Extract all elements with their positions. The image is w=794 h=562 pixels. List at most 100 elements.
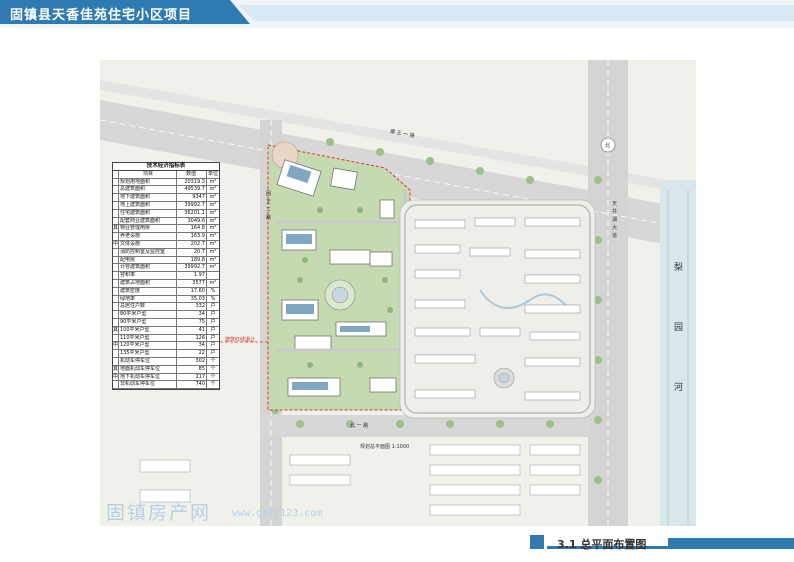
table-value-cell: 126 [177, 334, 207, 342]
table-value-cell: 49539.7 [177, 186, 207, 194]
table-name-cell: 绿地率 [119, 295, 177, 303]
table-name-cell: 规划用地面积 [119, 178, 177, 186]
table-unit-cell [207, 272, 219, 279]
table-value-cell: 3049.6 [177, 217, 207, 225]
footer-tab-marker [530, 535, 544, 549]
figure-caption: 3.1 总平面布置图 [557, 538, 647, 551]
table-row: 非机动车停车位 740 个 [113, 381, 219, 390]
table-unit-cell: % [210, 295, 216, 302]
table-unit-cell: 个 [210, 357, 216, 364]
table-row: 消防控制室及监控室 20.7 m² [113, 248, 219, 257]
table-value-cell: 22 [177, 350, 207, 357]
table-row: 中文体设施 202.7 m² [113, 240, 219, 249]
table-value-cell: 164.8 [177, 225, 207, 233]
table-value-cell: 302 [177, 357, 207, 365]
table-body: 规划用地面积 20319.3 m² 总建筑面积 49539.7 m² 地下建筑面积 9347 m… [113, 178, 219, 390]
table-row: 配电房 189.8 m² [113, 256, 219, 265]
table-name-cell: 120平米户型 [119, 342, 177, 350]
table-value-cell: 35.03 [177, 295, 207, 303]
table-name-cell: 住宅建筑面积 [119, 209, 177, 217]
table-row: 其物业管理用房 164.8 m² [113, 225, 219, 234]
table-header-row: 项目 数值 单位 [113, 170, 219, 179]
table-unit-cell: m² [209, 248, 217, 255]
table-name-cell: 配套商业建筑面积 [119, 217, 177, 225]
table-value-cell: 20319.3 [177, 178, 207, 186]
table-name-cell: 建筑密度 [119, 287, 177, 295]
table-value-cell: 20.7 [177, 248, 207, 256]
table-name-cell: 地面机动车停车位 [119, 365, 177, 373]
table-row: 中地下机动车停车位 217 个 [113, 373, 219, 382]
table-name-cell: 100平米户型 [119, 326, 177, 334]
table-row: 135平米户型 22 户 [113, 350, 219, 358]
table-header-cell: 项目 [119, 170, 177, 178]
watermark-url: www.gzfc123.com [232, 508, 323, 519]
table-row: 规划用地面积 20319.3 m² [113, 178, 219, 187]
table-name-cell: 135平米户型 [119, 350, 177, 357]
table-value-cell: 163.9 [177, 233, 207, 240]
scale-note: 规划总平面图 1:1000 [360, 444, 410, 450]
table-row: 建筑占地面积 3577 m² [113, 279, 219, 288]
table-unit-cell: m² [209, 233, 217, 240]
table-value-cell: 1.97 [177, 272, 207, 279]
table-row: 中 120平米户型 34 户 [113, 342, 219, 351]
table-value-cell: 332 [177, 303, 207, 311]
watermark-text: 固镇房产网 [106, 502, 212, 524]
table-name-cell: 养老设施 [119, 233, 177, 240]
table-value-cell: 34 [177, 311, 207, 318]
table-value-cell: 75 [177, 318, 207, 326]
table-row: 容积率 1.97 [113, 272, 219, 280]
table-header-cell: 单位 [207, 170, 218, 177]
table-name-cell: 地下建筑面积 [119, 194, 177, 201]
table-value-cell: 39992.7 [177, 264, 207, 272]
table-unit-cell: m² [209, 178, 217, 185]
table-unit-cell: 个 [210, 373, 216, 380]
table-value-cell: 189.8 [177, 256, 207, 264]
table-unit-cell: 户 [210, 326, 216, 333]
table-unit-cell: 户 [210, 303, 216, 310]
table-value-cell: 3577 [177, 279, 207, 287]
table-unit-cell: 个 [210, 381, 216, 388]
table-unit-cell: 户 [210, 342, 216, 349]
table-unit-cell: 个 [210, 365, 216, 372]
north-arrow-label: 北 [605, 143, 611, 149]
table-row: 养老设施 163.9 m² [113, 233, 219, 241]
river-label-2: 园 [674, 323, 684, 333]
table-row: 其地面机动车停车位 85 个 [113, 365, 219, 374]
table-unit-cell: m² [209, 201, 217, 208]
table-row: 建筑密度 17.60% [113, 287, 219, 296]
table-header-cell: 数值 [177, 170, 207, 178]
table-name-cell: 地上建筑面积 [119, 201, 177, 209]
table-row: 地上建筑面积 39992.7 m² [113, 201, 219, 210]
table-row: 机动车停车位 302 个 [113, 357, 219, 366]
site-plan: 技术经济指标表 项目 数值 单位 规划用地面积 20319.3 m² 总建筑面积 495… [100, 60, 696, 526]
table-unit-cell: 户 [210, 311, 216, 318]
table-unit-cell: m² [209, 264, 217, 271]
table-name-cell: 消防控制室及监控室 [119, 248, 177, 256]
site-boundary-note: 建筑红线退让 [225, 337, 256, 343]
table-name-cell: 配电房 [119, 256, 177, 264]
page-title: 固镇县天香佳苑住宅小区项目 [10, 8, 193, 23]
east-road-label: 天 井 湖 大 道 [612, 201, 618, 239]
table-unit-cell: m² [209, 217, 217, 224]
table-name-cell: 110平米户型 [119, 334, 177, 342]
table-value-cell: 39992.7 [177, 201, 207, 209]
table-unit-cell: m² [209, 194, 217, 201]
table-name-cell: 建筑占地面积 [119, 279, 177, 287]
table-name-cell: 文体设施 [119, 240, 177, 248]
river-label-3: 河 [674, 383, 684, 393]
table-name-cell: 物业管理用房 [119, 225, 177, 233]
table-value-cell: 36201.1 [177, 209, 207, 217]
table-unit-cell: m² [209, 186, 217, 193]
table-value-cell: 17.60 [177, 287, 207, 295]
table-row: 80平米户型 34 户 [113, 311, 219, 319]
header-bar: 固镇县天香佳苑住宅小区项目 [0, 0, 794, 28]
table-unit-cell: m² [209, 209, 217, 216]
table-row: 总居住户数 332 户 [113, 303, 219, 312]
technical-indicators-table: 技术经济指标表 项目 数值 单位 规划用地面积 20319.3 m² 总建筑面积 495… [112, 162, 220, 391]
table-unit-cell: 户 [210, 318, 216, 325]
table-row: 其 100平米户型 41 户 [113, 326, 219, 335]
table-value-cell: 41 [177, 326, 207, 334]
table-title: 技术经济指标表 [113, 163, 219, 171]
table-unit-cell: m² [209, 256, 217, 263]
table-value-cell: 740 [177, 381, 207, 389]
